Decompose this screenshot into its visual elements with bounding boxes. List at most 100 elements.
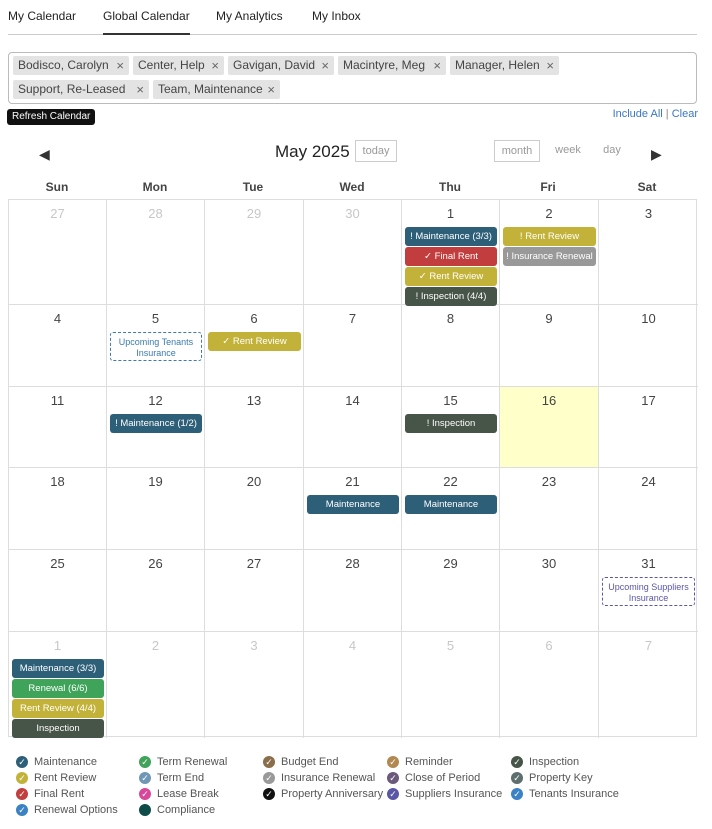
remove-tag-icon[interactable]: × [267,82,275,97]
calendar-event[interactable]: Upcoming Suppliers Insurance [602,577,695,606]
day-cell-today[interactable]: 16 [500,387,599,468]
day-cell[interactable]: 28 [107,200,205,305]
day-cell[interactable]: 30 [304,200,402,305]
day-cell[interactable]: 17 [599,387,698,468]
calendar-event[interactable]: Maintenance (3/3) [12,659,104,678]
day-cell[interactable]: 25 [9,550,107,632]
legend-item[interactable]: ✓ Insurance Renewal [263,772,375,786]
legend-item[interactable]: ✓ Lease Break [139,788,219,802]
day-cell[interactable]: 14 [304,387,402,468]
legend-item[interactable]: ✓ Renewal Options [16,804,118,818]
legend-item[interactable]: ✓ Tenants Insurance [511,788,619,802]
check-icon: ✓ [511,788,523,800]
day-cell[interactable]: 3 [205,632,304,738]
day-cell[interactable]: 4 [9,305,107,387]
day-cell[interactable]: 8 [402,305,500,387]
remove-tag-icon[interactable]: × [136,82,144,97]
calendar-event[interactable]: Rent Review (4/4) [12,699,104,718]
calendar-event[interactable]: ✓ Rent Review [405,267,497,286]
month-view-button[interactable]: month [494,140,540,162]
legend-label: Reminder [405,756,453,768]
legend-item[interactable]: ✓ Close of Period [387,772,480,786]
legend-label: Rent Review [34,772,97,784]
check-icon: ✓ [387,788,399,800]
tab-my-analytics[interactable]: My Analytics [216,9,283,23]
day-cell[interactable]: 18 [9,468,107,550]
calendar-event[interactable]: ! Insurance Renewal [503,247,596,266]
calendar-event[interactable]: ! Rent Review [503,227,596,246]
calendar-event[interactable]: Maintenance [307,495,399,514]
remove-tag-icon[interactable]: × [546,58,554,73]
day-cell[interactable]: 28 [304,550,402,632]
include-all-link[interactable]: Include All [613,108,663,120]
day-cell[interactable]: 29 [402,550,500,632]
remove-tag-icon[interactable]: × [433,58,441,73]
day-cell[interactable]: 13 [205,387,304,468]
legend-item[interactable]: ✓ Suppliers Insurance [387,788,502,802]
calendar-event[interactable]: Upcoming Tenants Insurance [110,332,202,361]
calendar-event[interactable]: ! Maintenance (1/2) [110,414,202,433]
day-cell[interactable]: 27 [9,200,107,305]
calendar-event[interactable]: ! Inspection [405,414,497,433]
calendar-event[interactable]: ✓ Final Rent [405,247,497,266]
day-cell[interactable]: 7 [304,305,402,387]
legend-label: Insurance Renewal [281,772,376,784]
day-cell[interactable]: 9 [500,305,599,387]
tab-my-calendar[interactable]: My Calendar [8,9,76,23]
tab-my-inbox[interactable]: My Inbox [312,9,361,23]
remove-tag-icon[interactable]: × [116,58,124,73]
legend-item[interactable]: ✓ Reminder [387,756,453,770]
calendar-event[interactable]: ! Maintenance (3/3) [405,227,497,246]
day-cell[interactable]: 27 [205,550,304,632]
calendar-event[interactable]: ✓ Rent Review [208,332,301,351]
remove-tag-icon[interactable]: × [321,58,329,73]
legend-item[interactable]: ✓ Term Renewal [139,756,227,770]
filter-tag-box[interactable]: Bodisco, Carolyn × Center, Help × Gavigan,… [8,52,697,104]
day-cell[interactable]: 24 [599,468,698,550]
day-cell[interactable]: 10 [599,305,698,387]
calendar-event[interactable]: Inspection [12,719,104,738]
day-cell[interactable]: 4 [304,632,402,738]
day-cell[interactable]: 29 [205,200,304,305]
day-cell[interactable]: 6 [500,632,599,738]
legend-item[interactable]: Compliance [139,804,215,818]
day-cell[interactable]: 2 [107,632,205,738]
tab-bar: My Calendar Global Calendar My Analytics… [8,0,697,35]
day-number: 29 [246,206,262,221]
legend-item[interactable]: ✓ Property Anniversary [263,788,383,802]
remove-tag-icon[interactable]: × [211,58,219,73]
day-cell[interactable]: 5 [402,632,500,738]
day-view-button[interactable]: day [592,140,632,162]
clear-link[interactable]: Clear [672,108,698,120]
tab-global-calendar[interactable]: Global Calendar [103,9,190,35]
day-cell[interactable]: 19 [107,468,205,550]
legend-item[interactable]: ✓ Rent Review [16,772,96,786]
legend-item[interactable]: ✓ Budget End [263,756,339,770]
legend-item[interactable]: ✓ Inspection [511,756,579,770]
today-button[interactable]: today [355,140,397,162]
refresh-calendar-button[interactable]: Refresh Calendar [7,109,96,125]
check-icon: ✓ [263,772,275,784]
day-cell[interactable]: 30 [500,550,599,632]
day-cell[interactable]: 7 [599,632,698,738]
legend-label: Budget End [281,756,339,768]
legend-item[interactable]: ✓ Property Key [511,772,593,786]
calendar-event[interactable]: Maintenance [405,495,497,514]
legend-item[interactable]: ✓ Final Rent [16,788,84,802]
next-month-icon[interactable]: ▶ [651,146,662,163]
month-grid: 27 28 29 30 1 2 3 4 5 6 7 8 9 10 11 12 13 14 15 16 17 18 19 20 2… [8,199,698,738]
check-icon: ✓ [263,788,275,800]
weekday-header: Fri [540,180,556,194]
day-cell[interactable]: 26 [107,550,205,632]
day-cell[interactable]: 3 [599,200,698,305]
calendar-event[interactable]: ! Inspection (4/4) [405,287,497,306]
day-cell[interactable]: 23 [500,468,599,550]
calendar-event[interactable]: Renewal (6/6) [12,679,104,698]
day-cell[interactable]: 20 [205,468,304,550]
legend-item[interactable]: ✓ Term End [139,772,204,786]
legend-item[interactable]: ✓ Maintenance [16,756,97,770]
week-view-button[interactable]: week [547,140,589,162]
calendar-title: May 2025 [275,142,350,161]
prev-month-icon[interactable]: ◀ [39,146,50,163]
day-cell[interactable]: 11 [9,387,107,468]
